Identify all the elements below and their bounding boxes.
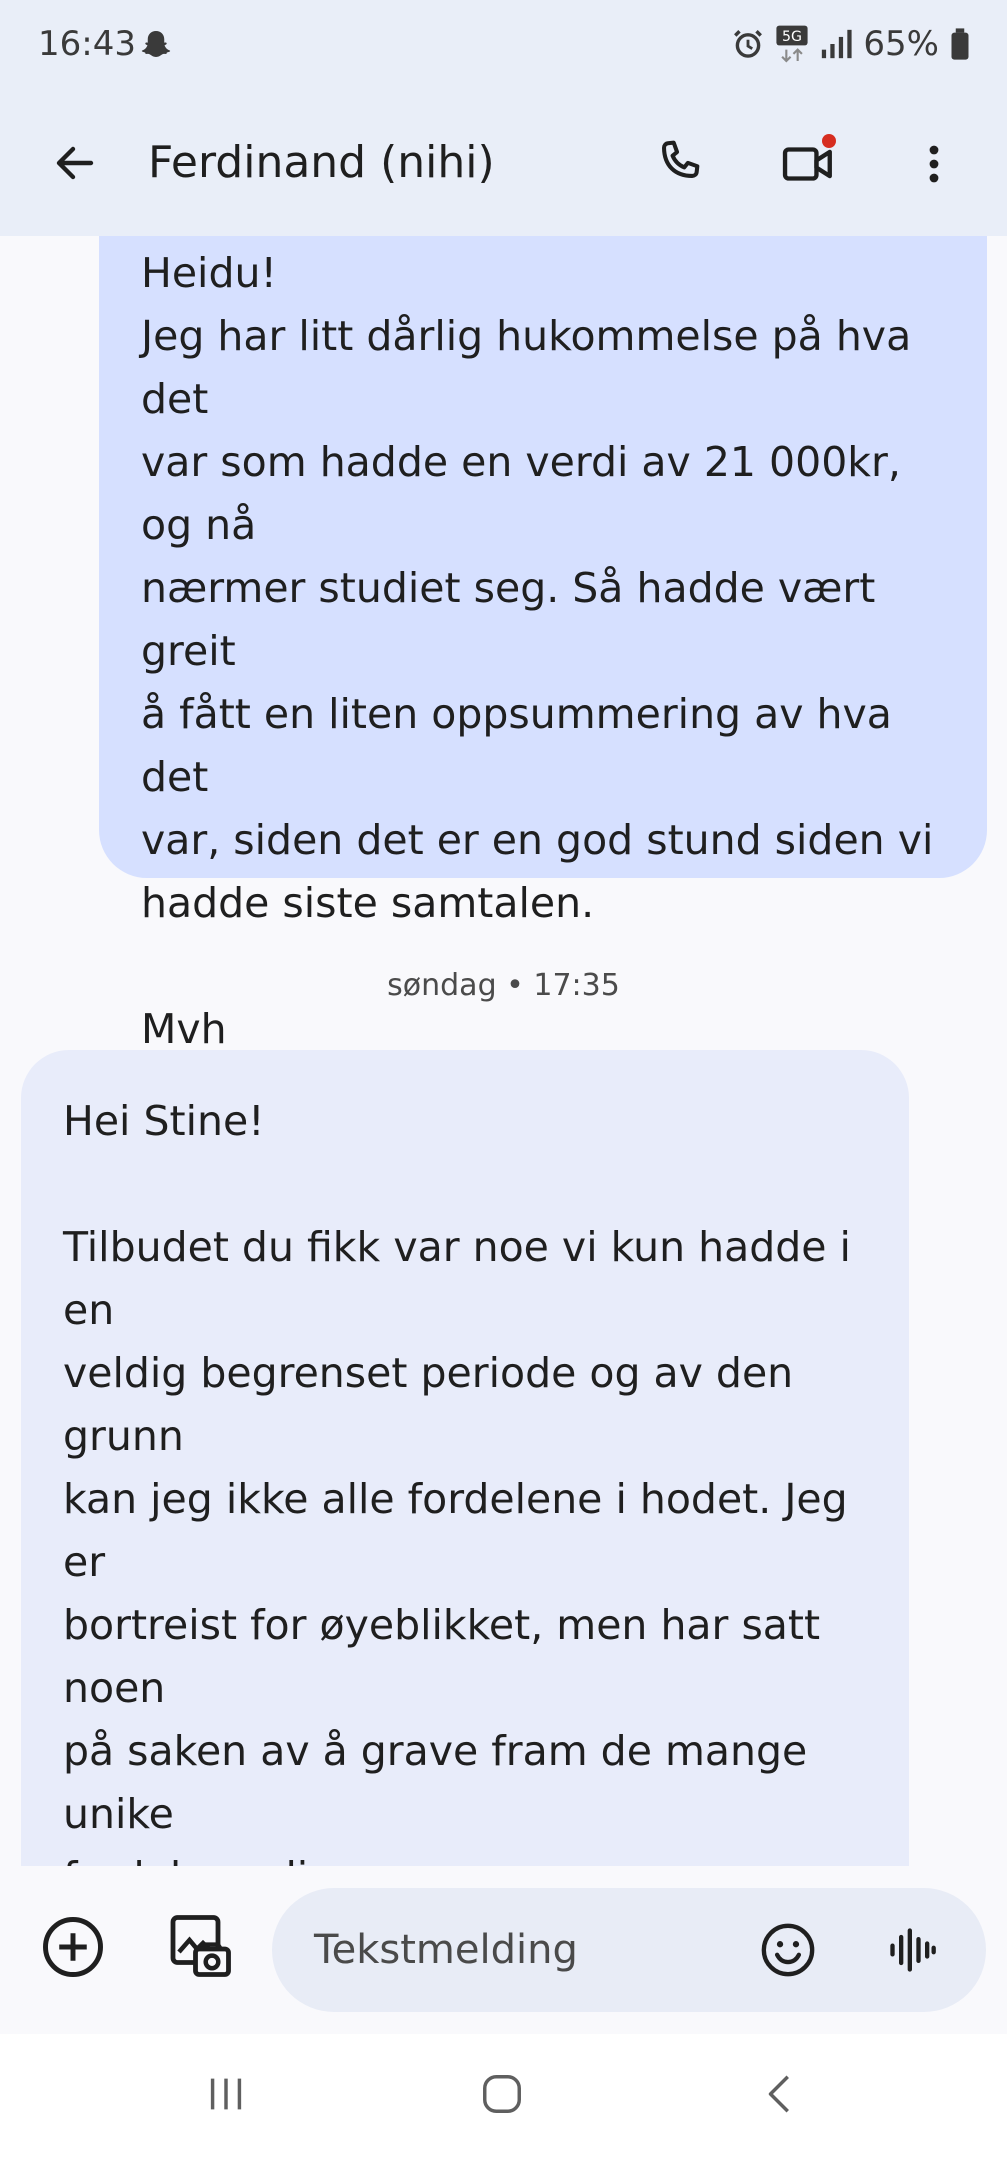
battery-icon bbox=[949, 27, 971, 61]
call-button[interactable] bbox=[642, 126, 718, 202]
back-arrow-icon bbox=[56, 146, 94, 180]
date-divider: søndag • 17:35 bbox=[387, 968, 620, 1003]
snapchat-ghost-icon bbox=[138, 28, 174, 64]
message-input-placeholder: Tekstmelding bbox=[314, 1927, 578, 1973]
incoming-message[interactable]: Hei Stine! Tilbudet du fikk var noe vi k… bbox=[21, 1050, 909, 1866]
compose-bar: Tekstmelding bbox=[0, 1866, 1007, 2034]
add-attachment-button[interactable] bbox=[36, 1910, 110, 1984]
home-button[interactable] bbox=[472, 2064, 532, 2124]
emoji-button[interactable] bbox=[752, 1914, 824, 1986]
status-time: 16:43 bbox=[38, 24, 136, 64]
message-input[interactable]: Tekstmelding bbox=[272, 1888, 986, 2012]
back-chevron-icon bbox=[768, 2075, 789, 2113]
gallery-icon bbox=[170, 1915, 231, 1977]
network-label: 5G bbox=[782, 29, 802, 45]
alarm-icon bbox=[731, 27, 765, 61]
video-call-button[interactable] bbox=[770, 126, 846, 202]
more-options-button[interactable] bbox=[896, 126, 972, 202]
emoji-icon bbox=[761, 1923, 815, 1977]
outgoing-message[interactable]: Heidu! Jeg har litt dårlig hukommelse på… bbox=[99, 236, 987, 1116]
navigation-bar bbox=[0, 2034, 1007, 2160]
notification-dot bbox=[822, 134, 836, 148]
phone-icon bbox=[662, 140, 700, 178]
add-circle-icon bbox=[43, 1917, 103, 1977]
recents-icon bbox=[210, 2078, 242, 2110]
status-icons: 5G 65% bbox=[731, 24, 971, 64]
home-icon bbox=[483, 2075, 521, 2113]
message-list[interactable]: Heidu! Jeg har litt dårlig hukommelse på… bbox=[0, 236, 1007, 1866]
network-5g-icon: 5G bbox=[775, 24, 809, 64]
voice-message-button[interactable] bbox=[876, 1914, 948, 1986]
signal-icon bbox=[819, 27, 853, 61]
recents-button[interactable] bbox=[196, 2064, 256, 2124]
more-vert-icon bbox=[929, 145, 939, 183]
back-button[interactable] bbox=[38, 126, 112, 200]
voice-icon bbox=[890, 1928, 936, 1972]
gallery-button[interactable] bbox=[160, 1906, 240, 1986]
status-bar: 16:43 5G 65% bbox=[0, 0, 1007, 90]
battery-percent: 65% bbox=[863, 24, 939, 64]
system-back-button[interactable] bbox=[752, 2064, 812, 2124]
conversation-title: Ferdinand (nihi) bbox=[148, 137, 495, 188]
app-bar: Ferdinand (nihi) bbox=[0, 90, 1007, 236]
